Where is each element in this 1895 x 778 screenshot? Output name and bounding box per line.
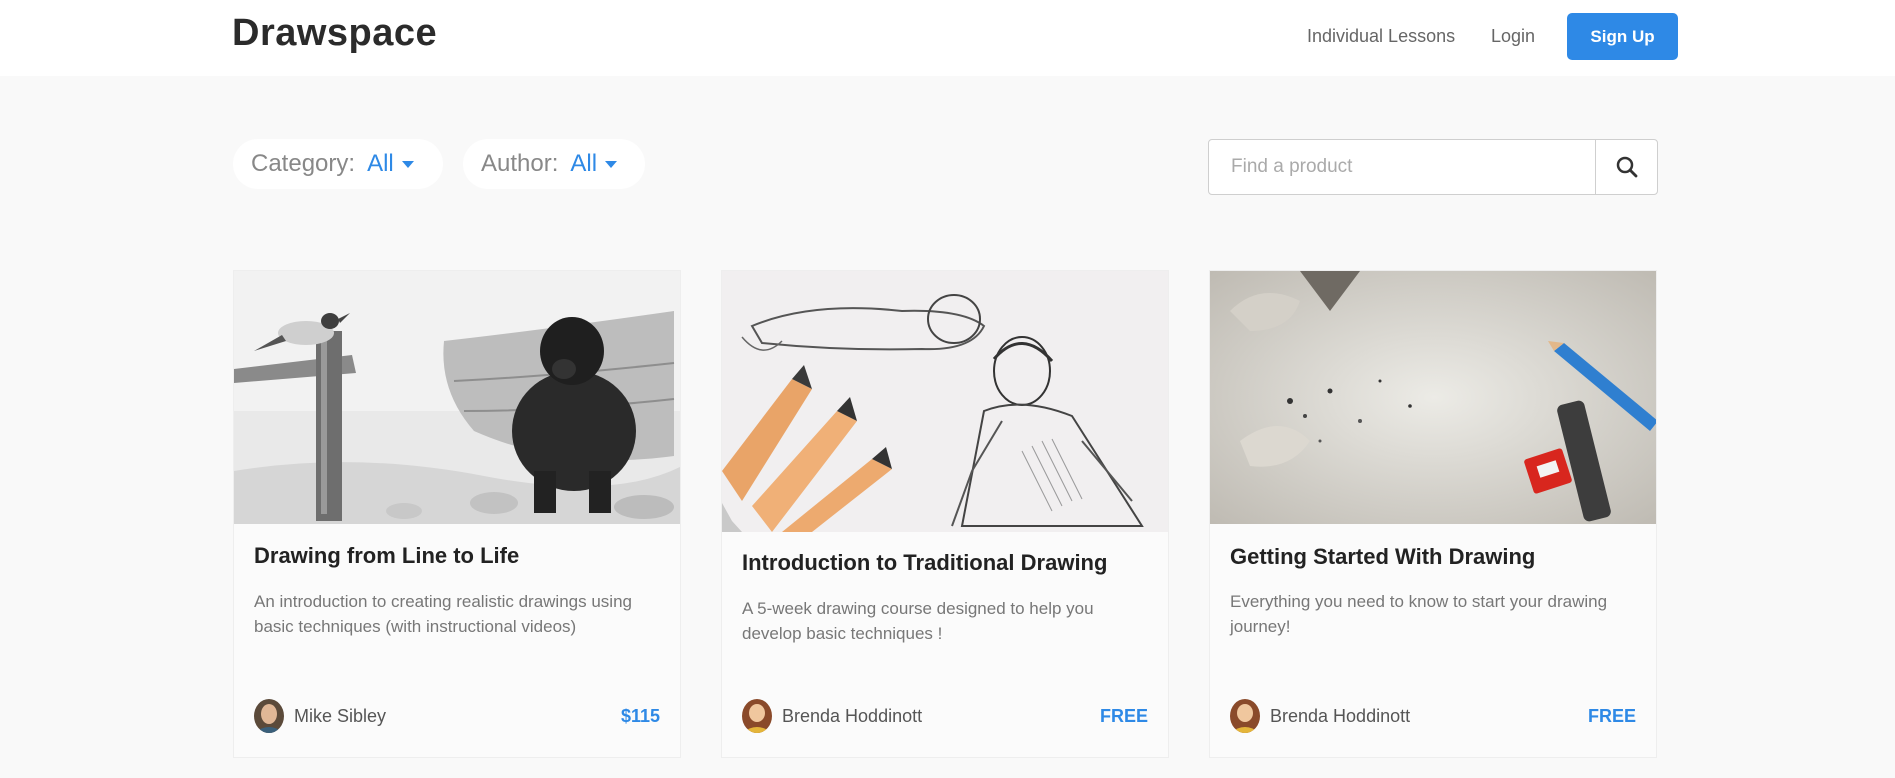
top-navbar: Drawspace Individual Lessons Login Sign …: [0, 0, 1895, 76]
author-filter[interactable]: Author: All: [463, 139, 645, 189]
author-name: Brenda Hoddinott: [782, 705, 923, 726]
category-filter-label: Category:: [251, 150, 356, 177]
product-description: An introduction to creating realistic dr…: [254, 592, 632, 636]
product-price: FREE: [1587, 706, 1636, 726]
product-title[interactable]: Introduction to Traditional Drawing: [742, 550, 1107, 576]
category-filter[interactable]: Category: All: [233, 139, 443, 189]
search-button[interactable]: [1595, 140, 1657, 194]
product-description: A 5-week drawing course designed to help…: [742, 599, 1094, 643]
product-image[interactable]: [722, 271, 1168, 532]
product-card[interactable]: Drawing from Line to Life An introductio…: [233, 270, 681, 758]
site-logo[interactable]: Drawspace: [232, 12, 437, 55]
product-description: Everything you need to know to start you…: [1230, 592, 1608, 636]
product-price: FREE: [1099, 706, 1148, 726]
signup-button[interactable]: Sign Up: [1567, 13, 1678, 60]
author-avatar: [254, 699, 284, 733]
author-filter-label: Author:: [481, 150, 559, 177]
product-title[interactable]: Drawing from Line to Life: [254, 543, 519, 569]
author-avatar: [742, 699, 772, 733]
product-title[interactable]: Getting Started With Drawing: [1230, 544, 1535, 570]
product-author[interactable]: Mike Sibley: [254, 699, 386, 733]
author-avatar: [1230, 699, 1260, 733]
product-search: [1208, 139, 1658, 195]
product-card[interactable]: Introduction to Traditional Drawing A 5-…: [721, 270, 1169, 758]
product-author[interactable]: Brenda Hoddinott: [742, 699, 922, 733]
category-filter-value[interactable]: All: [367, 150, 394, 178]
search-input[interactable]: [1209, 140, 1595, 194]
search-icon: [1616, 156, 1637, 178]
product-author[interactable]: Brenda Hoddinott: [1230, 699, 1410, 733]
product-image[interactable]: [1210, 271, 1656, 524]
nav-individual-lessons[interactable]: Individual Lessons: [1307, 26, 1455, 47]
author-name: Mike Sibley: [294, 705, 387, 726]
author-name: Brenda Hoddinott: [1270, 705, 1411, 726]
caret-down-icon[interactable]: [605, 160, 618, 168]
caret-down-icon[interactable]: [401, 160, 414, 168]
product-price: $115: [620, 706, 660, 726]
author-filter-value[interactable]: All: [570, 150, 597, 178]
nav-login[interactable]: Login: [1491, 26, 1535, 47]
product-card[interactable]: Getting Started With Drawing Everything …: [1209, 270, 1657, 758]
product-image[interactable]: [234, 271, 680, 524]
